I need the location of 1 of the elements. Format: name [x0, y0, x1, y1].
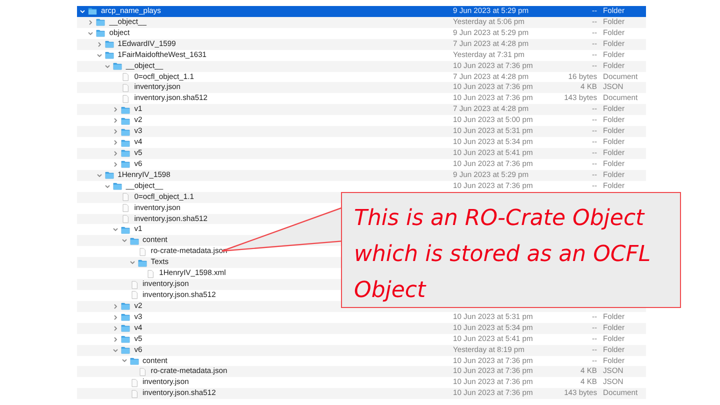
callout-tooltip: This is an RO-Crate Object which is stored as an OCFL Object: [341, 192, 681, 308]
